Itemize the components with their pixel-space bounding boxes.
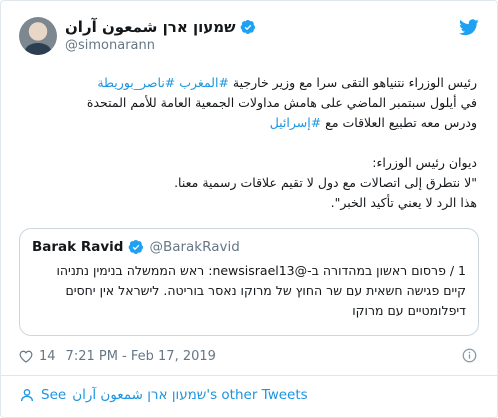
see-other-tweets-link[interactable]: See שמעון ארן شمعون آران 's other Tweets	[19, 385, 308, 405]
footer-suffix: 's other Tweets	[206, 387, 308, 403]
quoted-tweet[interactable]: Barak Ravid @BarakRavid 1 / פרסום ראשון …	[19, 228, 479, 336]
heart-icon[interactable]	[19, 350, 33, 363]
verified-badge-icon	[129, 240, 144, 254]
twitter-bird-icon[interactable]	[459, 19, 479, 36]
tweet-timestamp[interactable]: 7:21 PM - Feb 17, 2019	[66, 349, 216, 364]
tweet-line: ودرس معه تطبيع العلاقات مع #إسرائيل	[19, 113, 477, 133]
tweet-line: رئيس الوزراء نتنياهو التقى سرا مع وزير خ…	[19, 73, 477, 93]
tweet-body: رئيس الوزراء نتنياهو التقى سرا مع وزير خ…	[19, 73, 477, 213]
footer-divider	[1, 375, 497, 376]
like-count[interactable]: 14	[39, 349, 56, 364]
tweet-line: "لا نتطرق إلى اتصالات مع دول لا تقيم علا…	[174, 175, 477, 190]
tweet-card: שמעון ארן شمعون آران @simonarann رئيس ال…	[0, 0, 498, 418]
hashtag-link[interactable]: #المغرب	[179, 75, 229, 90]
info-icon[interactable]	[462, 348, 477, 363]
author-handle[interactable]: @simonarann	[65, 38, 155, 53]
quoted-line: 1 / פרסום ראשון במהדורה ב-@newsisrael13:…	[56, 263, 466, 278]
tweet-line: في أيلول سبتمبر الماضي على هامش مداولات …	[86, 95, 477, 110]
author-name[interactable]: שמעון ארן شمعون آران	[65, 18, 236, 36]
quoted-tweet-header: Barak Ravid @BarakRavid	[32, 239, 466, 255]
quoted-line: קיים פגישה חשאית עם שר החוץ של מרוקו נאס…	[65, 283, 466, 298]
quoted-author-name: Barak Ravid	[32, 239, 124, 255]
quoted-author-handle: @BarakRavid	[149, 239, 240, 255]
avatar[interactable]	[19, 17, 57, 55]
verified-badge-icon	[240, 20, 255, 34]
author-name-line[interactable]: שמעון ארן شمعون آران	[65, 17, 256, 37]
tweet-line: ديوان رئيس الوزراء:	[372, 155, 477, 170]
hashtag-link[interactable]: #ناصر_بوريطة	[97, 75, 175, 90]
tweet-line: هذا الرد لا يعني تأكيد الخبر".	[330, 195, 477, 210]
footer-author-name: שמעון ארן شمعون آران	[72, 387, 207, 403]
tweet-header: שמעון ארן شمعون آران @simonarann	[19, 17, 479, 65]
hashtag-link[interactable]: #إسرائيل	[270, 115, 322, 130]
see-label: See	[41, 387, 67, 403]
tweet-text-segment: ودرس معه تطبيع العلاقات مع	[321, 115, 477, 130]
person-icon	[21, 389, 33, 402]
tweet-meta: 14 7:21 PM - Feb 17, 2019	[19, 346, 216, 366]
quoted-line: דיפלומטיים עם מרוקו	[352, 303, 466, 318]
quoted-tweet-body: 1 / פרסום ראשון במהדורה ב-@newsisrael13:…	[32, 261, 466, 321]
tweet-text-segment: رئيس الوزراء نتنياهو التقى سرا مع وزير خ…	[228, 75, 477, 90]
